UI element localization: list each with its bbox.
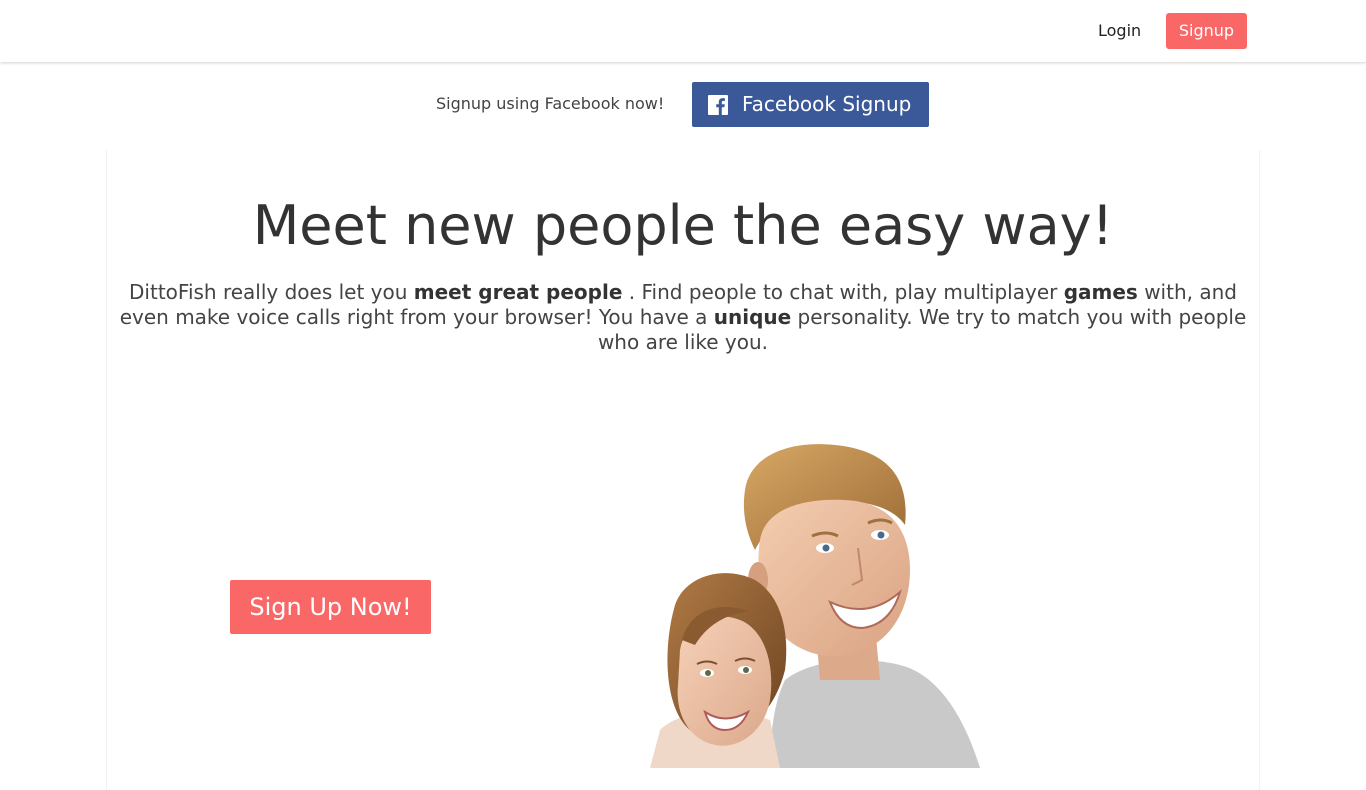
facebook-icon: [708, 95, 728, 115]
facebook-signup-button[interactable]: Facebook Signup: [692, 82, 929, 127]
top-navbar: Login Signup: [0, 0, 1366, 62]
intro-emphasis: unique: [713, 305, 792, 329]
intro-emphasis: meet great people: [413, 280, 623, 304]
smiling-couple-photo: [600, 430, 1080, 768]
login-link[interactable]: Login: [1086, 16, 1153, 46]
intro-text: DittoFish really does let you: [129, 280, 414, 304]
facebook-signup-prompt: Signup using Facebook now!: [436, 94, 665, 113]
sign-up-now-button[interactable]: Sign Up Now!: [230, 580, 431, 634]
hero-intro: DittoFish really does let you meet great…: [118, 280, 1248, 355]
intro-emphasis: games: [1063, 280, 1138, 304]
hero-title: Meet new people the easy way!: [252, 194, 1114, 257]
intro-text: . Find people to chat with, play multipl…: [622, 280, 1064, 304]
facebook-signup-label: Facebook Signup: [742, 92, 912, 116]
signup-button[interactable]: Signup: [1166, 13, 1247, 49]
